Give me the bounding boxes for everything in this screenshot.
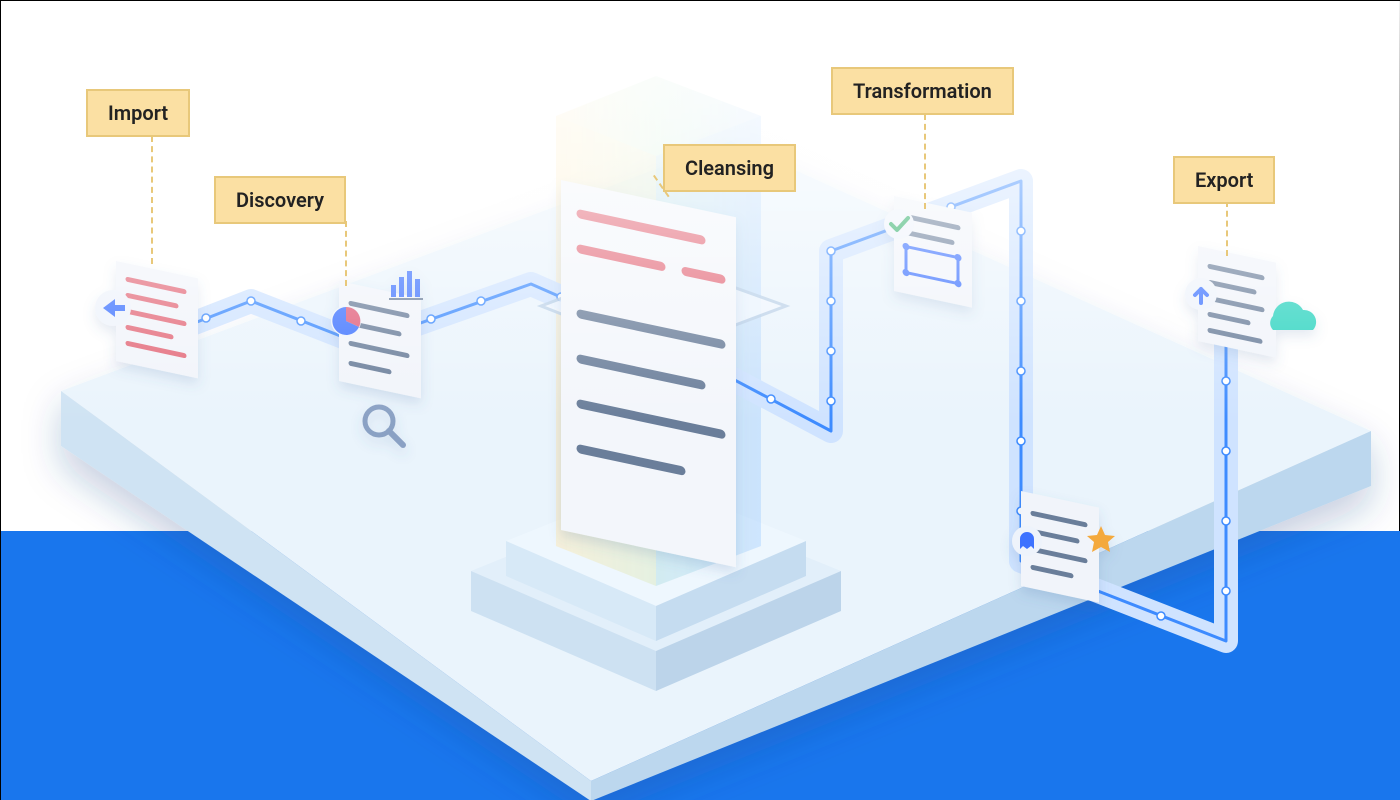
discovery-leader-line (345, 221, 347, 286)
export-leader-line (1226, 201, 1228, 256)
fog-overlay (1, 1, 1400, 421)
discovery-stage-label: Discovery (214, 176, 346, 224)
ai-ghost-icon (1020, 532, 1034, 549)
cleansing-stage-label: Cleansing (663, 144, 796, 192)
import-stage-label: Import (86, 89, 190, 137)
import-leader-line (151, 136, 153, 264)
transformation-stage-label: Transformation (831, 67, 1014, 115)
transformation-leader-line (924, 114, 926, 209)
export-stage-label: Export (1173, 156, 1275, 204)
diagram-svg (1, 1, 1400, 800)
diagram-canvas: Import Discovery Cleansing Transformatio… (0, 0, 1400, 800)
